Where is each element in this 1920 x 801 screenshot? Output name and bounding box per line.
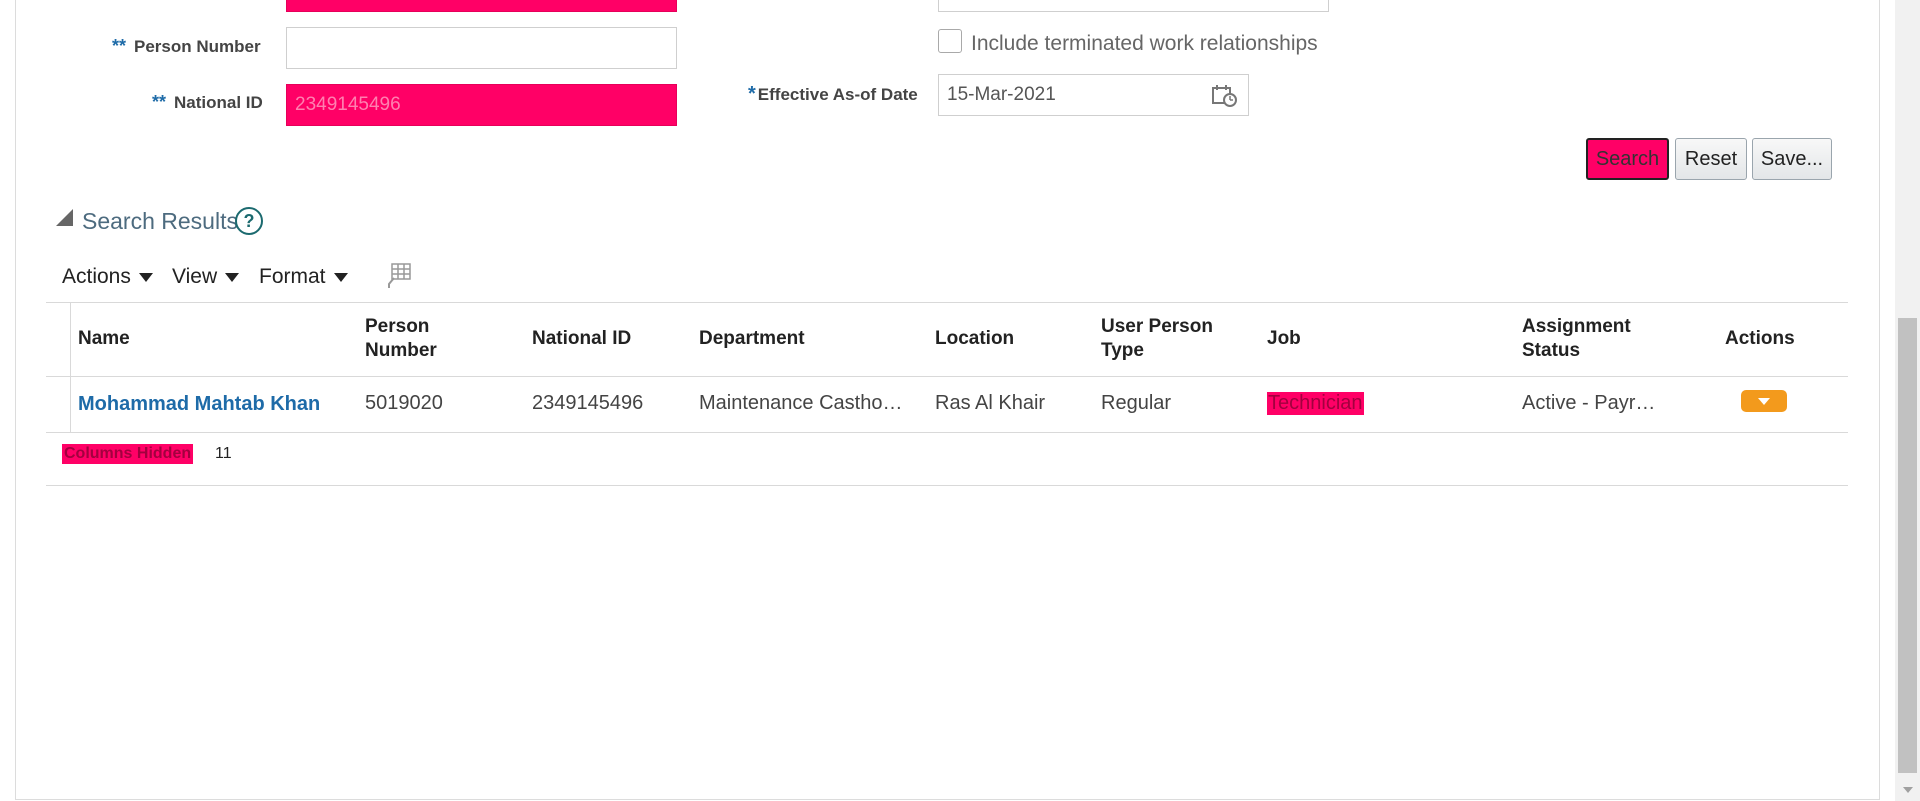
chevron-down-icon <box>225 272 240 282</box>
actions-menu-label: Actions <box>62 265 131 288</box>
cell-job: Technician <box>1267 392 1364 415</box>
include-terminated-checkbox[interactable] <box>938 29 962 53</box>
save-button[interactable]: Save... <box>1752 138 1832 180</box>
column-header-department[interactable]: Department <box>699 327 805 351</box>
chevron-down-icon <box>138 272 153 282</box>
effective-date-input[interactable]: 15-Mar-2021 <box>938 74 1249 116</box>
cell-person-number: 5019020 <box>365 392 443 414</box>
format-menu-label: Format <box>259 265 326 288</box>
row-actions-dropdown-button[interactable] <box>1741 390 1787 412</box>
column-header-location[interactable]: Location <box>935 327 1014 351</box>
format-menu[interactable]: Format <box>259 265 348 289</box>
help-icon[interactable]: ? <box>235 207 263 235</box>
person-number-input[interactable] <box>286 27 677 69</box>
column-header-national-id[interactable]: National ID <box>532 327 631 351</box>
effective-date-label: Effective As-of Date <box>757 85 918 104</box>
chevron-down-icon <box>333 272 348 282</box>
actions-menu[interactable]: Actions <box>62 265 153 289</box>
table-bottom-border <box>46 485 1848 486</box>
cell-assignment-status: Active - Payr… <box>1522 392 1656 414</box>
table-header-border <box>46 376 1848 377</box>
vertical-scrollbar[interactable] <box>1895 0 1920 801</box>
view-menu[interactable]: View <box>172 265 240 289</box>
search-results-title: Search Results <box>82 208 238 234</box>
row-selector-divider <box>70 302 71 432</box>
keyword-input-partial[interactable] <box>938 0 1329 12</box>
cell-national-id: 2349145496 <box>532 392 644 414</box>
national-id-label: National ID <box>174 93 263 112</box>
columns-hidden-label: Columns Hidden <box>62 444 194 464</box>
table-top-border <box>46 302 1848 303</box>
person-name-link[interactable]: Mohammad Mahtab Khan <box>78 393 348 416</box>
search-button[interactable]: Search <box>1586 138 1669 180</box>
column-header-job[interactable]: Job <box>1267 327 1301 351</box>
required-marker: ** <box>152 92 167 112</box>
columns-hidden-count: 11 <box>215 445 232 462</box>
column-header-name[interactable]: Name <box>78 327 130 351</box>
person-number-label-group: ** Person Number <box>112 36 261 57</box>
column-header-user-person-type[interactable]: User Person Type <box>1101 315 1241 363</box>
national-id-input[interactable]: 2349145496 <box>286 84 677 126</box>
view-menu-label: View <box>172 265 218 288</box>
table-row-border <box>46 432 1848 433</box>
required-marker: ** <box>112 36 127 56</box>
required-marker: * <box>748 83 756 105</box>
national-id-label-group: ** National ID <box>152 92 263 113</box>
effective-date-label-group: * Effective As-of Date <box>748 83 918 106</box>
scrollbar-thumb[interactable] <box>1898 318 1917 773</box>
reset-button[interactable]: Reset <box>1675 138 1747 180</box>
column-header-person-number[interactable]: Person Number <box>365 315 475 363</box>
detach-table-icon[interactable] <box>386 263 412 289</box>
person-number-label: Person Number <box>134 37 261 56</box>
column-header-actions: Actions <box>1725 328 1795 349</box>
cell-user-person-type: Regular <box>1101 392 1172 414</box>
cell-department: Maintenance Castho… <box>699 392 903 414</box>
calendar-icon[interactable] <box>1212 84 1238 108</box>
column-header-assignment-status[interactable]: Assignment Status <box>1522 315 1662 363</box>
collapse-section-icon[interactable] <box>56 209 73 226</box>
include-terminated-label: Include terminated work relationships <box>971 32 1318 55</box>
scroll-down-arrow-icon[interactable] <box>1903 787 1913 793</box>
cell-location: Ras Al Khair <box>935 392 1046 414</box>
name-input-partial[interactable] <box>286 0 677 12</box>
